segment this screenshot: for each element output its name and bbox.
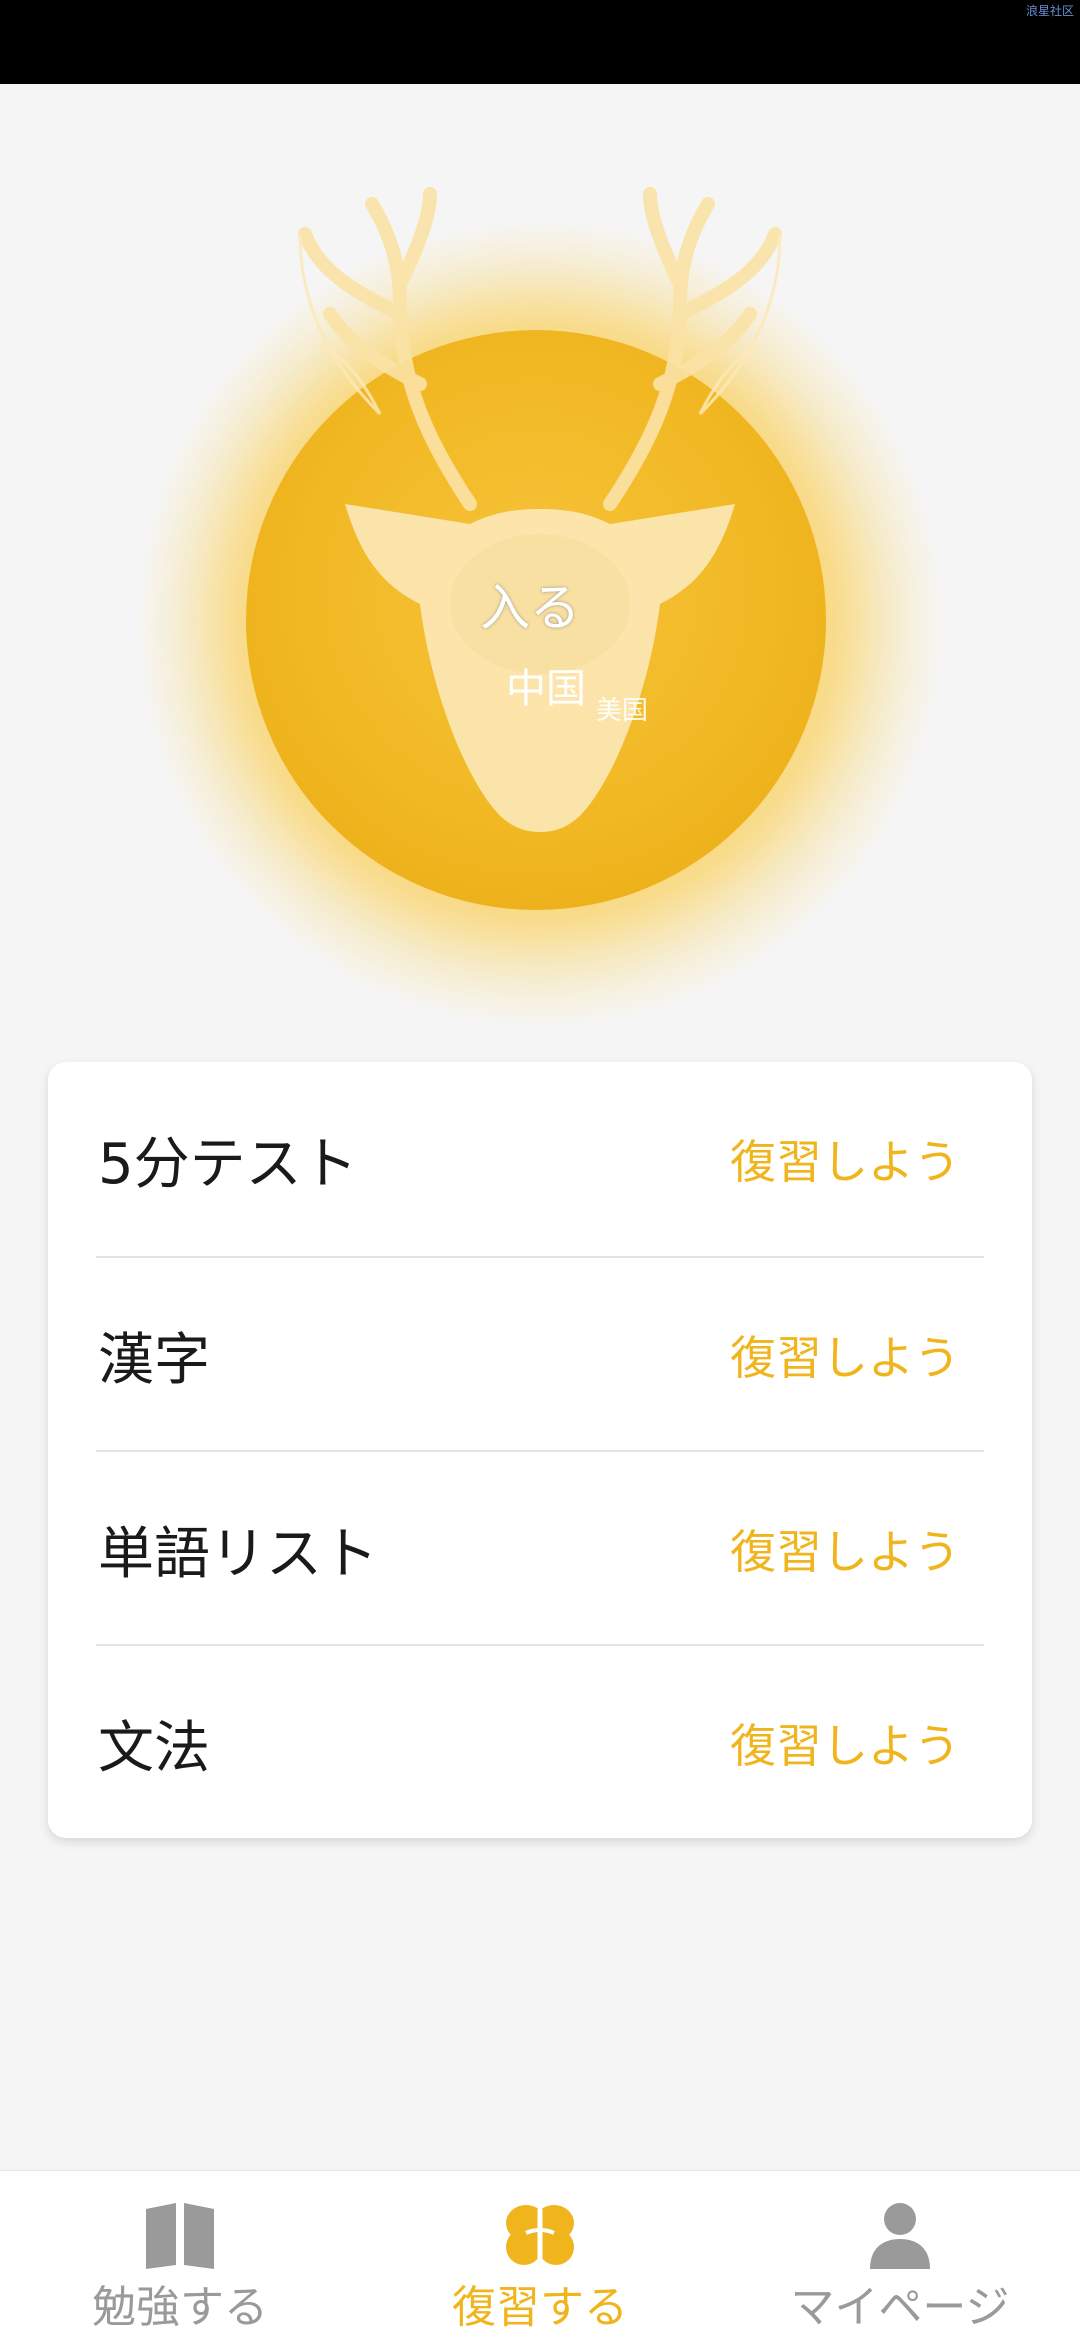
brain-icon xyxy=(506,2205,574,2265)
tab-label: 復習する xyxy=(452,2282,628,2333)
review-row-label: 5分テスト xyxy=(98,1131,358,1197)
review-row-word-list[interactable]: 単語リスト 復習しよう xyxy=(96,1452,984,1646)
review-row-label: 単語リスト xyxy=(98,1521,378,1587)
country-sub-label: 美国 xyxy=(596,696,649,726)
review-row-5min-test[interactable]: 5分テスト 復習しよう xyxy=(96,1062,984,1256)
tab-label: 勉強する xyxy=(92,2282,268,2333)
review-card: 5分テスト 復習しよう 漢字 復習しよう 単語リスト 復習しよう 文法 復習しよ… xyxy=(48,1062,1032,1838)
review-row-kanji[interactable]: 漢字 復習しよう xyxy=(96,1258,984,1452)
deer-icon xyxy=(298,187,782,832)
review-action-button[interactable]: 復習しよう xyxy=(730,1126,984,1192)
review-action-button[interactable]: 復習しよう xyxy=(730,1516,984,1582)
status-corner-text: 浪星社区 xyxy=(1025,4,1074,18)
tab-review[interactable]: 復習する xyxy=(360,2171,720,2340)
bottom-tab-bar: 勉強する 復習する マイページ xyxy=(0,2170,1080,2340)
country-main-label: 中国 xyxy=(506,666,586,712)
enter-label[interactable]: 入る xyxy=(480,568,580,640)
book-icon xyxy=(146,2203,214,2269)
tab-my-page[interactable]: マイページ xyxy=(720,2171,1080,2340)
user-icon xyxy=(870,2203,930,2269)
review-row-label: 漢字 xyxy=(98,1327,210,1393)
hero-orb[interactable]: 入る 中国 美国 xyxy=(0,84,1080,1044)
tab-study[interactable]: 勉強する xyxy=(0,2171,360,2340)
review-action-button[interactable]: 復習しよう xyxy=(730,1322,984,1388)
review-row-label: 文法 xyxy=(98,1715,210,1781)
review-row-grammar[interactable]: 文法 復習しよう xyxy=(96,1646,984,1840)
status-bar: 浪星社区 xyxy=(0,0,1080,84)
review-action-button[interactable]: 復習しよう xyxy=(730,1710,984,1776)
tab-label: マイページ xyxy=(790,2282,1010,2333)
